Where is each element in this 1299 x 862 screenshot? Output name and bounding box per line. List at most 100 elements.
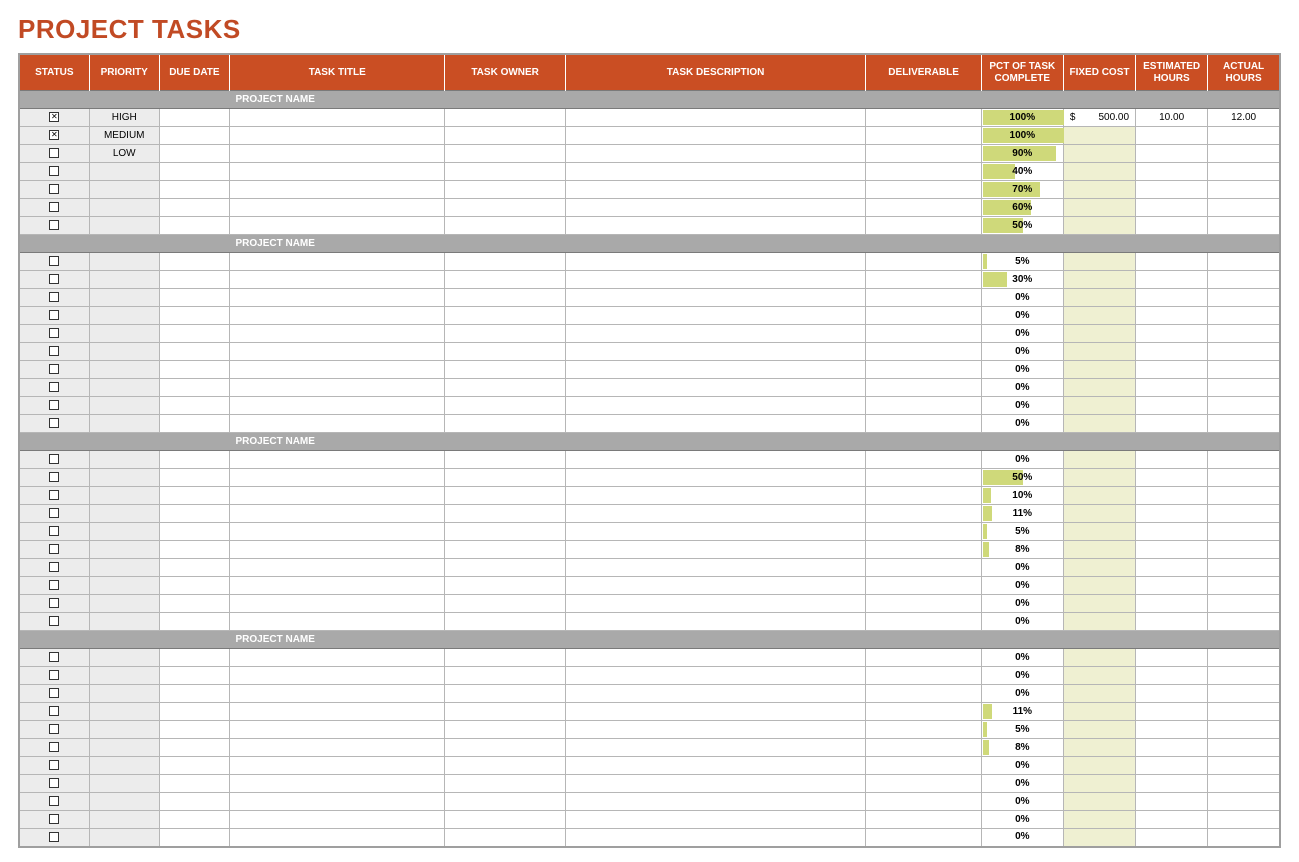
pct-complete-cell[interactable]: 8% (981, 541, 1063, 559)
priority-cell[interactable] (89, 451, 159, 469)
task-owner-cell[interactable] (445, 415, 565, 433)
priority-cell[interactable] (89, 199, 159, 217)
pct-complete-cell[interactable]: 90% (981, 145, 1063, 163)
pct-complete-cell[interactable]: 11% (981, 505, 1063, 523)
priority-cell[interactable] (89, 829, 159, 847)
fixed-cost-cell[interactable] (1063, 649, 1135, 667)
task-title-cell[interactable] (229, 325, 445, 343)
duedate-cell[interactable] (159, 397, 229, 415)
priority-cell[interactable] (89, 217, 159, 235)
fixed-cost-cell[interactable] (1063, 181, 1135, 199)
act-hours-cell[interactable] (1208, 577, 1280, 595)
fixed-cost-cell[interactable] (1063, 343, 1135, 361)
duedate-cell[interactable] (159, 181, 229, 199)
duedate-cell[interactable] (159, 649, 229, 667)
duedate-cell[interactable] (159, 739, 229, 757)
deliverable-cell[interactable] (866, 775, 981, 793)
pct-complete-cell[interactable]: 0% (981, 307, 1063, 325)
status-cell[interactable] (19, 271, 89, 289)
est-hours-cell[interactable] (1136, 595, 1208, 613)
task-title-cell[interactable] (229, 613, 445, 631)
duedate-cell[interactable] (159, 325, 229, 343)
duedate-cell[interactable] (159, 595, 229, 613)
task-desc-cell[interactable] (565, 181, 866, 199)
est-hours-cell[interactable] (1136, 253, 1208, 271)
task-title-cell[interactable] (229, 595, 445, 613)
deliverable-cell[interactable] (866, 703, 981, 721)
duedate-cell[interactable] (159, 451, 229, 469)
act-hours-cell[interactable] (1208, 361, 1280, 379)
fixed-cost-cell[interactable]: $500.00 (1063, 109, 1135, 127)
fixed-cost-cell[interactable] (1063, 757, 1135, 775)
task-desc-cell[interactable] (565, 829, 866, 847)
deliverable-cell[interactable] (866, 109, 981, 127)
pct-complete-cell[interactable]: 0% (981, 667, 1063, 685)
est-hours-cell[interactable] (1136, 397, 1208, 415)
deliverable-cell[interactable] (866, 577, 981, 595)
task-owner-cell[interactable] (445, 469, 565, 487)
task-desc-cell[interactable] (565, 217, 866, 235)
status-cell[interactable] (19, 667, 89, 685)
status-checkbox[interactable] (49, 724, 59, 734)
task-owner-cell[interactable] (445, 559, 565, 577)
act-hours-cell[interactable] (1208, 649, 1280, 667)
deliverable-cell[interactable] (866, 379, 981, 397)
priority-cell[interactable] (89, 361, 159, 379)
status-checkbox[interactable] (49, 832, 59, 842)
act-hours-cell[interactable] (1208, 505, 1280, 523)
act-hours-cell[interactable] (1208, 487, 1280, 505)
fixed-cost-cell[interactable] (1063, 379, 1135, 397)
est-hours-cell[interactable] (1136, 577, 1208, 595)
status-cell[interactable] (19, 811, 89, 829)
task-title-cell[interactable] (229, 145, 445, 163)
status-checkbox[interactable] (49, 400, 59, 410)
deliverable-cell[interactable] (866, 145, 981, 163)
pct-complete-cell[interactable]: 0% (981, 559, 1063, 577)
pct-complete-cell[interactable]: 0% (981, 613, 1063, 631)
task-desc-cell[interactable] (565, 199, 866, 217)
fixed-cost-cell[interactable] (1063, 487, 1135, 505)
deliverable-cell[interactable] (866, 325, 981, 343)
task-title-cell[interactable] (229, 505, 445, 523)
task-title-cell[interactable] (229, 775, 445, 793)
act-hours-cell[interactable] (1208, 523, 1280, 541)
pct-complete-cell[interactable]: 50% (981, 469, 1063, 487)
est-hours-cell[interactable]: 10.00 (1136, 109, 1208, 127)
task-desc-cell[interactable] (565, 127, 866, 145)
fixed-cost-cell[interactable] (1063, 127, 1135, 145)
task-desc-cell[interactable] (565, 523, 866, 541)
act-hours-cell[interactable] (1208, 325, 1280, 343)
est-hours-cell[interactable] (1136, 307, 1208, 325)
priority-cell[interactable] (89, 595, 159, 613)
status-cell[interactable] (19, 685, 89, 703)
task-owner-cell[interactable] (445, 289, 565, 307)
task-owner-cell[interactable] (445, 451, 565, 469)
status-checkbox[interactable] (49, 562, 59, 572)
status-cell[interactable] (19, 253, 89, 271)
task-title-cell[interactable] (229, 181, 445, 199)
act-hours-cell[interactable] (1208, 775, 1280, 793)
task-owner-cell[interactable] (445, 595, 565, 613)
duedate-cell[interactable] (159, 343, 229, 361)
priority-cell[interactable] (89, 487, 159, 505)
task-owner-cell[interactable] (445, 577, 565, 595)
deliverable-cell[interactable] (866, 469, 981, 487)
task-owner-cell[interactable] (445, 217, 565, 235)
task-title-cell[interactable] (229, 703, 445, 721)
status-cell[interactable] (19, 613, 89, 631)
act-hours-cell[interactable] (1208, 199, 1280, 217)
status-cell[interactable] (19, 325, 89, 343)
act-hours-cell[interactable] (1208, 181, 1280, 199)
status-checkbox[interactable] (49, 706, 59, 716)
task-desc-cell[interactable] (565, 559, 866, 577)
status-cell[interactable] (19, 649, 89, 667)
status-checkbox[interactable] (49, 616, 59, 626)
status-cell[interactable] (19, 469, 89, 487)
status-cell[interactable] (19, 307, 89, 325)
task-desc-cell[interactable] (565, 775, 866, 793)
task-title-cell[interactable] (229, 667, 445, 685)
status-cell[interactable] (19, 523, 89, 541)
task-desc-cell[interactable] (565, 307, 866, 325)
fixed-cost-cell[interactable] (1063, 703, 1135, 721)
priority-cell[interactable] (89, 415, 159, 433)
